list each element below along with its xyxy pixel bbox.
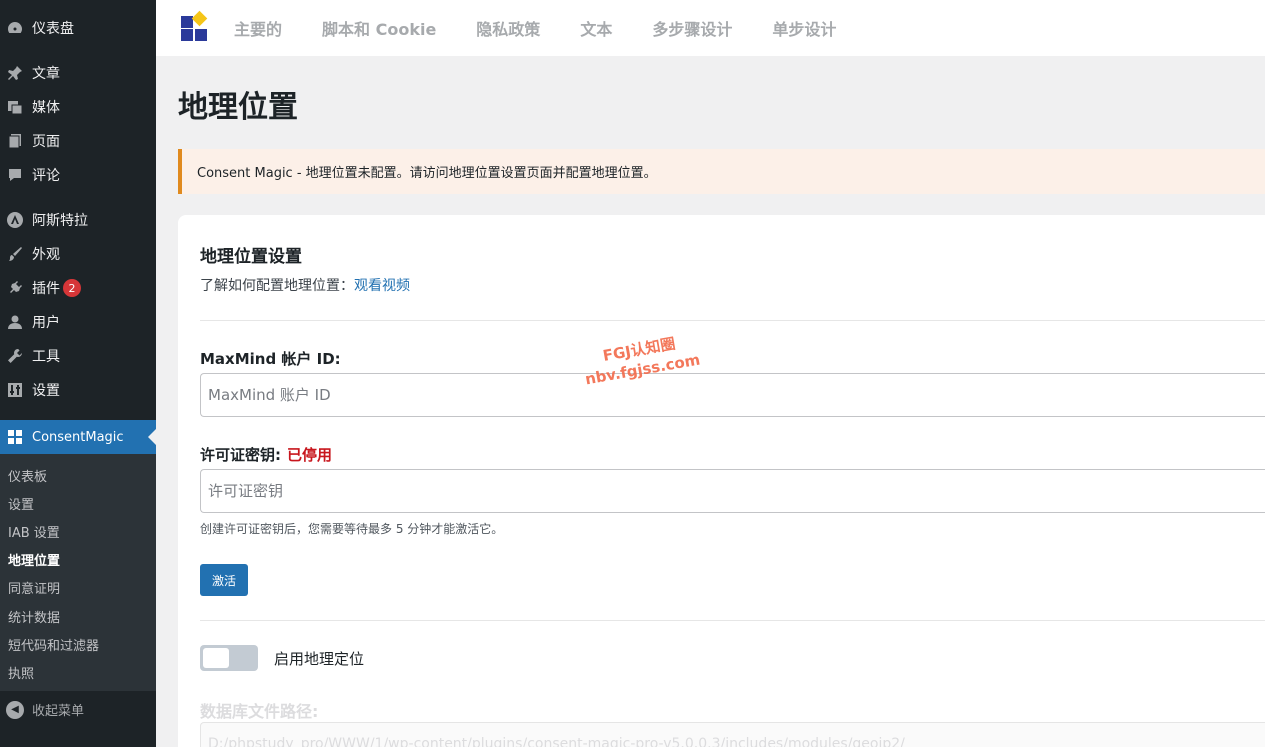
notice-text: Consent Magic - 地理位置未配置。请访问地理位置设置页面并配置地理… — [197, 166, 657, 181]
license-label: 许可证密钥: — [200, 446, 281, 464]
page-icon — [6, 132, 24, 150]
consentmagic-icon — [6, 428, 24, 446]
wrench-icon — [6, 347, 24, 365]
menu-appearance-label: 外观 — [32, 247, 60, 263]
comment-icon — [6, 166, 24, 184]
admin-sidebar: 仪表盘 文章 媒体 页面 评论 阿斯特拉 外观 插件 2 用户 工具 设置 Co… — [0, 0, 156, 747]
submenu-dashboard[interactable]: 仪表板 — [0, 461, 156, 489]
user-icon — [6, 313, 24, 331]
tab-multistep-design[interactable]: 多步骤设计 — [652, 16, 732, 40]
submenu-statistics[interactable]: 统计数据 — [0, 602, 156, 630]
menu-settings[interactable]: 设置 — [0, 373, 156, 407]
divider — [200, 320, 1265, 321]
submenu-consent-proof[interactable]: 同意证明 — [0, 574, 156, 602]
menu-comments[interactable]: 评论 — [0, 158, 156, 192]
plugin-topnav: 主要的 脚本和 Cookie 隐私政策 文本 多步骤设计 单步设计 — [156, 0, 1265, 56]
tab-privacy-policy[interactable]: 隐私政策 — [476, 16, 540, 40]
collapse-menu-button[interactable]: ◀ 收起菜单 — [0, 693, 156, 727]
astra-icon — [6, 211, 24, 229]
menu-pages-label: 页面 — [32, 134, 60, 150]
license-status: 已停用 — [287, 446, 333, 464]
license-key-input[interactable] — [200, 469, 1265, 513]
menu-media-label: 媒体 — [32, 100, 60, 116]
settings-icon — [6, 381, 24, 399]
menu-tools-label: 工具 — [32, 349, 60, 365]
card-subtitle-text: 了解如何配置地理位置： — [200, 278, 354, 294]
toggle-knob — [203, 648, 229, 668]
license-hint: 创建许可证密钥后，您需要等待最多 5 分钟才能激活它。 — [200, 522, 504, 536]
maxmind-label: MaxMind 帐户 ID: — [200, 350, 341, 368]
db-path-input[interactable]: D:/phpstudy_pro/WWW/1/wp-content/plugins… — [200, 722, 1265, 747]
page-title: 地理位置 — [178, 90, 298, 125]
menu-posts-label: 文章 — [32, 66, 60, 82]
collapse-menu-label: 收起菜单 — [32, 704, 85, 719]
menu-comments-label: 评论 — [32, 168, 60, 184]
card-subtitle: 了解如何配置地理位置：观看视频 — [200, 275, 410, 295]
tab-scripts-cookies[interactable]: 脚本和 Cookie — [322, 16, 436, 40]
submenu-geolocation[interactable]: 地理位置 — [0, 546, 156, 574]
menu-appearance[interactable]: 外观 — [0, 237, 156, 271]
card-title: 地理位置设置 — [200, 247, 302, 267]
menu-users-label: 用户 — [32, 315, 60, 331]
menu-settings-label: 设置 — [32, 383, 60, 399]
menu-pages[interactable]: 页面 — [0, 124, 156, 158]
geolocation-toggle[interactable] — [200, 645, 258, 671]
license-label-row: 许可证密钥: 已停用 — [200, 444, 332, 465]
activate-button[interactable]: 激活 — [200, 564, 248, 596]
tab-text[interactable]: 文本 — [580, 16, 612, 40]
geolocation-notice: Consent Magic - 地理位置未配置。请访问地理位置设置页面并配置地理… — [178, 149, 1265, 194]
db-path-label: 数据库文件路径: — [200, 702, 319, 721]
paintbrush-icon — [6, 245, 24, 263]
submenu-license[interactable]: 执照 — [0, 658, 156, 686]
tab-singlestep-design[interactable]: 单步设计 — [772, 16, 836, 40]
submenu-iab-settings[interactable]: IAB 设置 — [0, 517, 156, 545]
menu-plugins[interactable]: 插件 2 — [0, 271, 156, 305]
plugin-icon — [6, 279, 24, 297]
menu-media[interactable]: 媒体 — [0, 90, 156, 124]
submenu-shortcodes-filters[interactable]: 短代码和过滤器 — [0, 630, 156, 658]
menu-astra[interactable]: 阿斯特拉 — [0, 203, 156, 237]
divider — [200, 620, 1265, 621]
menu-users[interactable]: 用户 — [0, 305, 156, 339]
dashboard-icon — [6, 19, 24, 37]
submenu-settings[interactable]: 设置 — [0, 489, 156, 517]
collapse-arrow-icon: ◀ — [6, 700, 24, 719]
consentmagic-submenu: 仪表板 设置 IAB 设置 地理位置 同意证明 统计数据 短代码和过滤器 执照 — [0, 454, 156, 691]
media-icon — [6, 98, 24, 116]
plugins-update-badge: 2 — [63, 279, 81, 297]
menu-dashboard-label: 仪表盘 — [32, 21, 74, 37]
maxmind-account-id-input[interactable] — [200, 373, 1265, 417]
geolocation-settings-card: 地理位置设置 了解如何配置地理位置：观看视频 MaxMind 帐户 ID: 许可… — [178, 215, 1265, 747]
menu-astra-label: 阿斯特拉 — [32, 213, 88, 229]
tab-general[interactable]: 主要的 — [234, 16, 282, 40]
menu-posts[interactable]: 文章 — [0, 56, 156, 90]
menu-plugins-label: 插件 — [32, 281, 60, 297]
menu-consentmagic-label: ConsentMagic — [32, 429, 124, 445]
menu-tools[interactable]: 工具 — [0, 339, 156, 373]
consentmagic-logo — [181, 10, 209, 42]
menu-consentmagic[interactable]: ConsentMagic — [0, 420, 156, 454]
pin-icon — [6, 64, 24, 82]
menu-dashboard[interactable]: 仪表盘 — [0, 11, 156, 45]
geolocation-toggle-label: 启用地理定位 — [274, 650, 365, 668]
watch-video-link[interactable]: 观看视频 — [354, 278, 410, 294]
